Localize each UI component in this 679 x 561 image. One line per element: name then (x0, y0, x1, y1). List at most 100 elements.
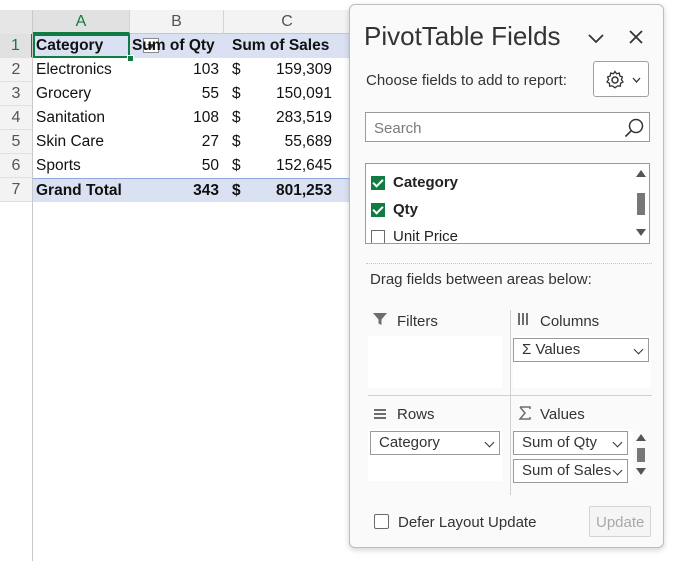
column-header-c[interactable]: C (224, 10, 350, 34)
sales-cell[interactable]: 152,645 (276, 154, 332, 178)
category-cell[interactable]: Grocery (36, 82, 91, 106)
rows-icon (374, 409, 386, 419)
scroll-thumb[interactable] (637, 448, 645, 462)
sales-cell[interactable]: 283,519 (276, 106, 332, 130)
qty-cell[interactable]: 103 (193, 58, 219, 82)
chip-label: Category (379, 434, 440, 451)
divider (366, 263, 652, 264)
currency-symbol: $ (232, 133, 241, 150)
qty-cell[interactable]: 108 (193, 106, 219, 130)
pivottable-fields-pane: PivotTable Fields Choose fields to add t… (349, 4, 664, 548)
row-header-7[interactable]: 7 (0, 178, 33, 202)
filter-icon (373, 313, 387, 325)
row-header-3[interactable]: 3 (0, 82, 33, 106)
column-header-a[interactable]: A (33, 10, 130, 34)
row-header-4[interactable]: 4 (0, 106, 33, 130)
area-divider-horizontal (368, 395, 652, 396)
grand-total-row: Grand Total 343 $ 801,253 (33, 178, 350, 202)
grand-total-label[interactable]: Grand Total (36, 179, 122, 203)
scroll-up-icon[interactable] (636, 170, 646, 177)
qty-cell[interactable]: 50 (202, 154, 219, 178)
field-label: Qty (393, 201, 419, 218)
grand-total-qty[interactable]: 343 (193, 179, 219, 203)
chevron-down-icon (632, 77, 641, 83)
sigma-icon (518, 406, 531, 420)
drag-fields-label: Drag fields between areas below: (370, 271, 592, 288)
chip-label: Sum of Qty (522, 434, 598, 451)
sales-cell[interactable]: 159,309 (276, 58, 332, 82)
category-cell[interactable]: Sanitation (36, 106, 105, 130)
columns-icon (518, 313, 528, 325)
rows-drop-zone[interactable]: Category (368, 429, 502, 481)
select-all-corner[interactable] (0, 10, 33, 35)
chevron-down-icon (484, 437, 495, 448)
field-checkbox[interactable] (371, 203, 385, 217)
rows-area-title: Rows (397, 406, 435, 423)
field-checkbox[interactable] (371, 176, 385, 190)
header-sales-cell[interactable]: Sum of Sales (232, 34, 329, 58)
scroll-down-icon[interactable] (636, 468, 646, 475)
currency-symbol: $ (232, 61, 241, 78)
chip-label: Σ Values (522, 341, 581, 358)
columns-area-title: Columns (540, 313, 600, 330)
defer-layout-checkbox[interactable] (374, 514, 389, 529)
pane-title: PivotTable Fields (364, 21, 561, 51)
fill-handle[interactable] (127, 55, 134, 62)
field-checkbox[interactable] (371, 230, 385, 243)
active-cell-selection (33, 34, 130, 58)
scroll-up-icon[interactable] (636, 434, 646, 441)
columns-drop-zone[interactable]: Σ Values (513, 336, 651, 388)
filters-drop-zone[interactable] (368, 336, 502, 388)
header-qty-cell[interactable]: Sum of Qty (132, 34, 215, 58)
rows-category-chip[interactable]: Category (370, 431, 500, 455)
currency-symbol: $ (232, 109, 241, 126)
category-cell[interactable]: Sports (36, 154, 81, 178)
scroll-thumb[interactable] (637, 193, 645, 215)
update-button[interactable]: Update (589, 506, 651, 537)
scroll-down-icon[interactable] (636, 229, 646, 236)
choose-fields-label: Choose fields to add to report: (366, 72, 567, 89)
values-scrollbar[interactable] (635, 432, 647, 480)
field-list: Category Qty Unit Price (365, 163, 650, 244)
table-row: Sanitation 108 $ 283,519 (33, 106, 350, 130)
field-label: Category (393, 174, 459, 191)
category-cell[interactable]: Skin Care (36, 130, 104, 154)
settings-button[interactable] (593, 61, 649, 97)
values-area-title: Values (540, 406, 585, 423)
field-list-scrollbar[interactable] (635, 166, 647, 241)
table-row: Electronics 103 $ 159,309 (33, 58, 350, 82)
columns-values-chip[interactable]: Σ Values (513, 338, 649, 362)
row-header-5[interactable]: 5 (0, 130, 33, 154)
table-row: Grocery 55 $ 150,091 (33, 82, 350, 106)
grand-total-sales[interactable]: 801,253 (276, 179, 332, 203)
qty-cell[interactable]: 27 (202, 130, 219, 154)
row-header-2[interactable]: 2 (0, 58, 33, 82)
column-header-b[interactable]: B (130, 10, 224, 34)
values-sum-qty-chip[interactable]: Sum of Qty (513, 431, 628, 455)
close-icon[interactable] (626, 27, 646, 47)
sales-cell[interactable]: 150,091 (276, 82, 332, 106)
category-cell[interactable]: Electronics (36, 58, 112, 82)
currency-symbol: $ (232, 157, 241, 174)
search-icon[interactable] (623, 117, 645, 139)
chevron-down-icon (633, 344, 644, 355)
field-search-box[interactable] (365, 112, 650, 143)
row-header-1[interactable]: 1 (0, 34, 33, 58)
defer-layout-label: Defer Layout Update (398, 514, 537, 531)
currency-symbol: $ (232, 85, 241, 102)
currency-symbol: $ (232, 182, 241, 199)
sales-cell[interactable]: 55,689 (285, 130, 332, 154)
table-row: Skin Care 27 $ 55,689 (33, 130, 350, 154)
values-sum-sales-chip[interactable]: Sum of Sales (513, 459, 628, 483)
chevron-down-icon (612, 465, 623, 476)
row-header-6[interactable]: 6 (0, 154, 33, 178)
filters-area-title: Filters (397, 313, 438, 330)
spreadsheet-grid: A B C 1 2 3 4 5 6 7 Category Sum of Qty … (0, 0, 350, 561)
values-drop-zone[interactable]: Sum of Qty Sum of Sales (513, 429, 633, 483)
qty-cell[interactable]: 55 (202, 82, 219, 106)
search-input[interactable] (372, 113, 616, 143)
chevron-down-icon[interactable] (586, 31, 606, 47)
table-row: Sports 50 $ 152,645 (33, 154, 350, 178)
gear-icon (606, 70, 624, 89)
field-label: Unit Price (393, 228, 459, 244)
